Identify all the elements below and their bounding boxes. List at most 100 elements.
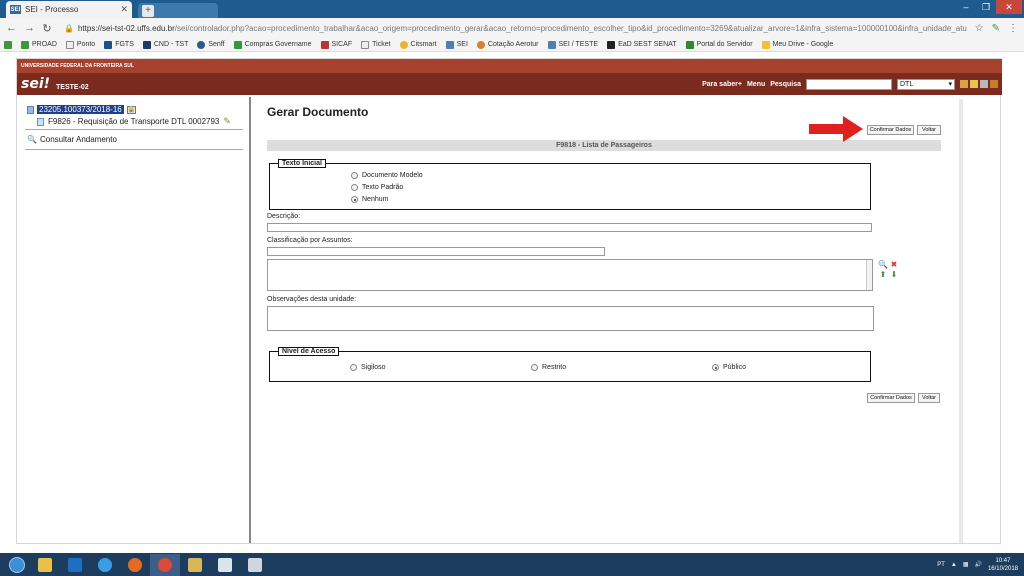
tree-divider (25, 129, 243, 130)
bookmark-ead[interactable]: EaD SEST SENAT (607, 40, 677, 49)
texto-inicial-legend: Texto Inicial (278, 159, 326, 168)
language-indicator[interactable]: PT (937, 562, 945, 568)
extension-icon[interactable]: ✎ (992, 23, 1000, 34)
bookmark-portal-servidor[interactable]: Portal do Servidor (685, 40, 753, 49)
unit-label[interactable]: TESTE-02 (56, 84, 89, 91)
address-bar: ← → ↻ 🔒 https://sei-tst-02.uffs.edu.br/s… (0, 18, 1024, 38)
folder-icon (27, 105, 34, 114)
forward-icon[interactable]: → (24, 22, 35, 34)
new-tab-icon[interactable]: + (142, 4, 154, 17)
back-button-bottom[interactable]: Voltar (918, 393, 940, 403)
bookmark-fgts[interactable]: FGTS (104, 40, 134, 49)
move-up-icon[interactable]: ⬆ (879, 270, 887, 279)
firefox-icon (128, 557, 142, 572)
observacoes-textarea[interactable] (267, 306, 874, 331)
tree-document[interactable]: F9826 - Requisição de Transporte DTL 000… (37, 116, 245, 127)
classificacao-input[interactable] (267, 247, 605, 256)
descricao-label: Descrição: (267, 213, 301, 220)
taskbar-firefox[interactable] (120, 554, 150, 576)
radio-texto-padrao[interactable]: Texto Padrão (351, 184, 403, 191)
taskbar-files[interactable] (180, 554, 210, 576)
bookmark-sicaf[interactable]: SICAF (320, 40, 352, 49)
bookmark-senff[interactable]: Senff (197, 40, 225, 49)
move-down-icon[interactable]: ⬇ (890, 270, 898, 279)
start-button[interactable] (4, 554, 30, 576)
user-icon[interactable] (980, 80, 988, 88)
radio-restrito[interactable]: Restrito (531, 364, 566, 371)
classificacao-actions: 🔍 ✖ ⬆ ⬇ (878, 260, 899, 279)
notes-icon[interactable] (970, 80, 978, 88)
browser-tabbar: SEI SEI - Processo ✕ + – ❐ ✕ (0, 0, 1024, 18)
bookmark-icon (104, 40, 113, 49)
bookmark-sei-teste[interactable]: SEI / TESTE (547, 40, 598, 49)
list-icon[interactable] (960, 80, 968, 88)
maximize-icon[interactable]: ❐ (976, 0, 996, 14)
search-input[interactable] (806, 78, 892, 90)
scrollbar[interactable] (866, 260, 872, 290)
network-icon[interactable]: ▦ (963, 561, 969, 568)
clock[interactable]: 10:47 16/10/2018 (988, 557, 1018, 573)
unit-select[interactable]: DTL ▾ (897, 78, 955, 90)
bookmark-sei[interactable]: SEI (445, 40, 468, 49)
bookmark-meu-drive[interactable]: Meu Drive - Google (761, 40, 833, 49)
bookmark-proad[interactable]: PROAD (21, 40, 57, 49)
taskbar-paint[interactable] (240, 554, 270, 576)
process-number[interactable]: 23205.100373/2018-16 (37, 105, 124, 114)
bookmarks-bar: PROAD Ponto FGTS CND - TST Senff Compras… (0, 38, 1024, 52)
volume-icon[interactable]: 🔊 (974, 561, 981, 568)
url-host: https://sei-tst-02.uffs.edu.br (77, 23, 175, 33)
taskbar-outlook[interactable] (60, 554, 90, 576)
search-icon[interactable]: 🔍 (878, 260, 888, 269)
tree-process[interactable]: 23205.100373/2018-16 🔒 (27, 105, 245, 114)
close-window-icon[interactable]: ✕ (996, 0, 1022, 14)
taskbar-notepad[interactable] (210, 554, 240, 576)
radio-documento-modelo[interactable]: Documento Modelo (351, 172, 423, 179)
nivel-acesso-group: Nível de Acesso Sigiloso Restrito Públic… (269, 347, 871, 382)
radio-publico[interactable]: Público (712, 364, 746, 371)
para-saber-link[interactable]: Para saber+ (702, 81, 742, 88)
bookmark-cnd-tst[interactable]: CND - TST (142, 40, 188, 49)
reload-icon[interactable]: ↻ (42, 22, 52, 35)
bookmark-cotacao[interactable]: Cotação Aerotur (476, 40, 539, 49)
bookmark-icon (197, 40, 206, 49)
back-icon[interactable]: ← (6, 22, 17, 34)
radio-sigiloso[interactable]: Sigiloso (350, 364, 386, 371)
consultar-andamento-link[interactable]: 🔍 Consultar Andamento (27, 135, 117, 144)
back-button-top[interactable]: Voltar (917, 125, 941, 135)
panel-splitter[interactable] (249, 97, 251, 543)
tray-arrow-icon[interactable]: ▲ (951, 562, 957, 568)
bookmark-extension-icon[interactable] (4, 40, 12, 49)
taskbar-ie[interactable] (90, 554, 120, 576)
pencil-icon: ✎ (223, 116, 231, 126)
bookmark-star-icon[interactable]: ☆ (975, 23, 984, 34)
descricao-input[interactable] (267, 223, 872, 232)
minimize-icon[interactable]: – (956, 0, 976, 14)
taskbar-explorer[interactable] (30, 554, 60, 576)
chevron-down-icon: ▾ (948, 81, 952, 88)
browser-menu-icon[interactable]: ⋮ (1008, 23, 1018, 34)
remove-icon[interactable]: ✖ (890, 260, 898, 269)
nivel-acesso-legend: Nível de Acesso (278, 347, 340, 356)
consultar-label: Consultar Andamento (39, 135, 117, 144)
bookmark-icon (21, 40, 29, 49)
bookmark-ticket[interactable]: Ticket (361, 40, 391, 49)
url-field[interactable]: 🔒 https://sei-tst-02.uffs.edu.br/sei/con… (60, 20, 967, 36)
bookmark-compras[interactable]: Compras Govername (233, 40, 312, 49)
taskbar-chrome[interactable] (150, 553, 180, 576)
radio-icon (531, 364, 538, 371)
header-actions: Para saber+ Menu Pesquisa DTL ▾ (702, 78, 998, 90)
tab-close-icon[interactable]: ✕ (120, 4, 128, 15)
bookmark-citsmart[interactable]: Citsmart (399, 40, 437, 49)
clock-date: 16/10/2018 (987, 565, 1018, 572)
confirm-button-top[interactable]: Confirmar Dados (867, 125, 914, 135)
radio-nenhum[interactable]: Nenhum (351, 196, 388, 203)
document-label[interactable]: F9826 - Requisição de Transporte DTL 000… (48, 117, 219, 126)
bookmark-ponto[interactable]: Ponto (65, 40, 95, 49)
tab-sei-processo[interactable]: SEI SEI - Processo ✕ (6, 1, 132, 18)
classificacao-list[interactable] (267, 259, 873, 291)
tools-icon[interactable] (990, 80, 998, 88)
confirm-button-bottom[interactable]: Confirmar Dados (867, 393, 915, 403)
sei-logo[interactable]: sei! (21, 76, 50, 92)
menu-link[interactable]: Menu (747, 81, 765, 88)
page-scrollbar[interactable] (959, 99, 963, 543)
